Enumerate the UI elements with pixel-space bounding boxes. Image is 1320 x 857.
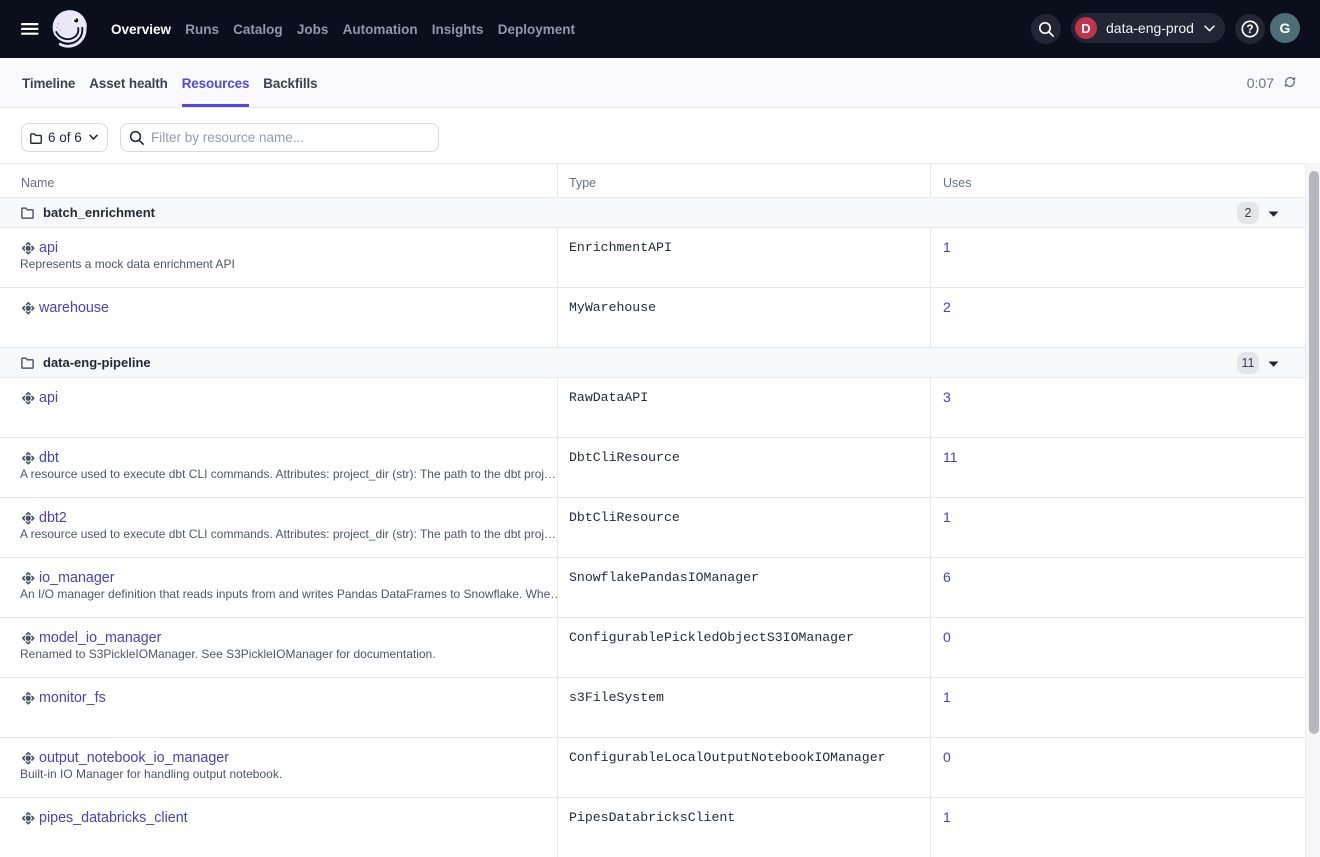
svg-text:?: ? (1246, 22, 1253, 36)
